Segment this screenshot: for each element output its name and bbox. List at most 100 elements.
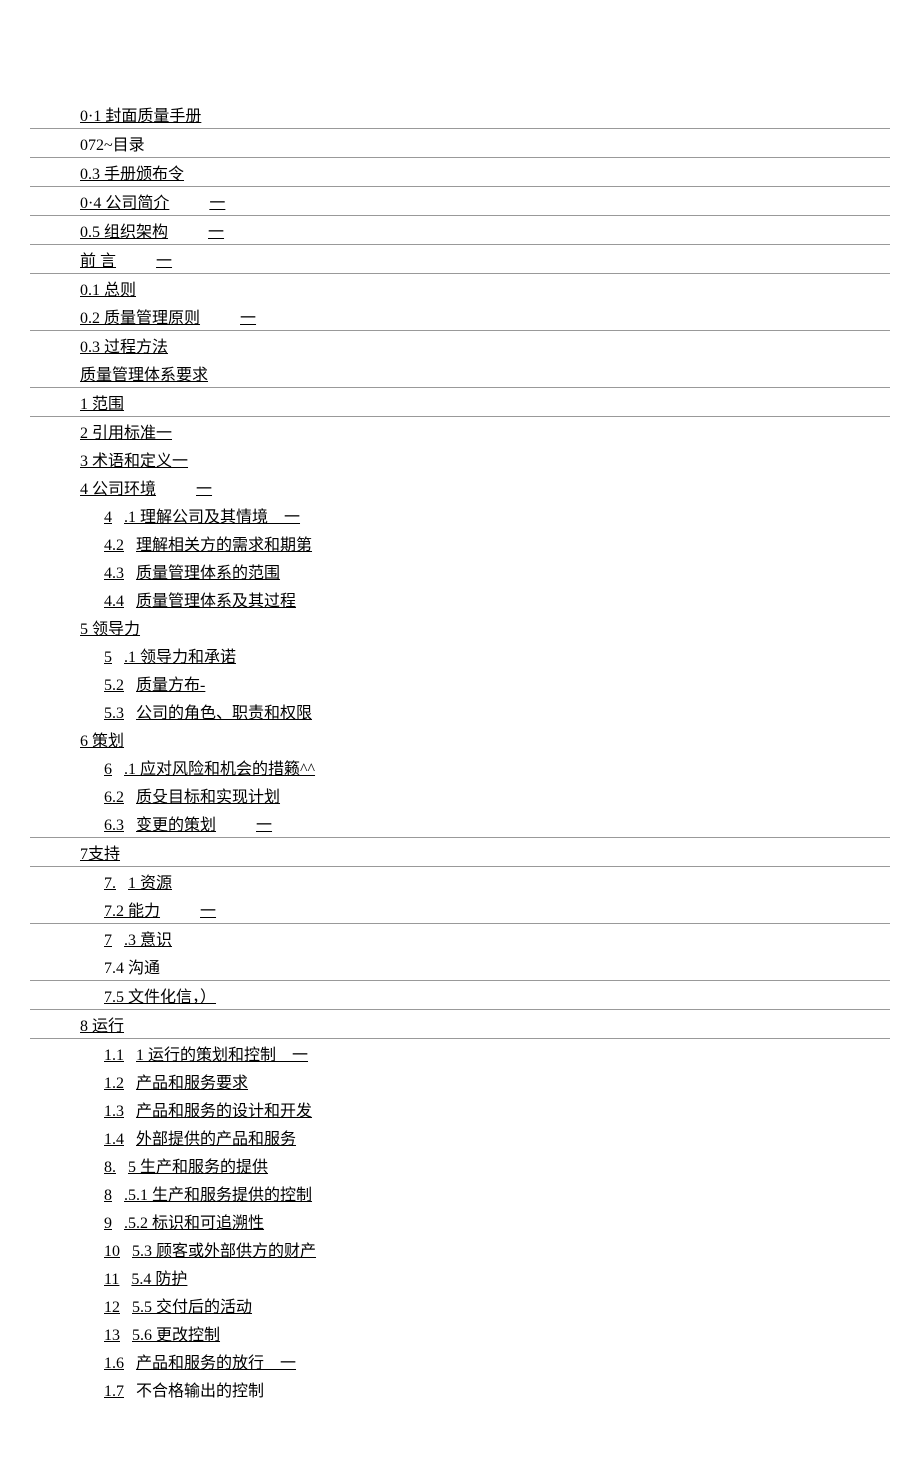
toc-row[interactable]: 7.4 沟通 <box>30 952 890 981</box>
toc-text: 理解相关方的需求和期第 <box>136 531 312 555</box>
toc-row[interactable]: 质量管理体系要求 <box>30 359 890 388</box>
toc-prefix: 1.4 <box>104 1131 124 1149</box>
toc-text: .1 领导力和承诺 <box>124 643 236 667</box>
toc-row[interactable]: 0.2 质量管理原则 一 <box>30 302 890 331</box>
toc-text: 8 运行 <box>80 1012 124 1036</box>
toc-prefix: 12 <box>104 1299 120 1317</box>
toc-prefix: 5.2 <box>104 677 124 695</box>
toc-row[interactable]: 1 范围 <box>30 388 890 417</box>
toc-text: 质量管理体系的范围 <box>136 559 280 583</box>
toc-row[interactable]: 0.5 组织架构一 <box>30 216 890 245</box>
toc-text: .3 意识 <box>124 926 172 950</box>
toc-row[interactable]: 105.3 顾客或外部供方的财产 <box>30 1235 890 1263</box>
toc-row[interactable]: 072~目录 <box>30 129 890 158</box>
toc-prefix: 6.3 <box>104 817 124 835</box>
toc-text: 7.2 能力 <box>104 897 160 921</box>
toc-text: 2 引用标准一 <box>80 419 172 443</box>
toc-text: 不合格输出的控制 <box>136 1377 264 1401</box>
toc-row[interactable]: 4.3 质量管理体系的范围 <box>30 557 890 585</box>
toc-row[interactable]: 1.6产品和服务的放行 一 <box>30 1347 890 1375</box>
toc-row[interactable]: 0·4 公司简介一 <box>30 187 890 216</box>
toc-row[interactable]: 0.3 手册颁布令 <box>30 158 890 187</box>
toc-prefix: 8 <box>104 1187 112 1205</box>
toc-text: 产品和服务的设计和开发 <box>136 1097 312 1121</box>
toc-text: 7.4 沟通 <box>104 954 160 978</box>
toc-row[interactable]: 6.3变更的策划一 <box>30 809 890 838</box>
toc-row[interactable]: 115.4 防护 <box>30 1263 890 1291</box>
toc-row[interactable]: 7.2 能力 一 <box>30 895 890 924</box>
toc-row[interactable]: 0·1 封面质量手册 <box>30 100 890 129</box>
toc-prefix: 7. <box>104 875 116 893</box>
toc-row[interactable]: 8 .5.1 生产和服务提供的控制 <box>30 1179 890 1207</box>
toc-row[interactable]: 7. 1 资源 <box>30 867 890 895</box>
toc-suffix: 一 <box>208 218 224 242</box>
toc-suffix: 一 <box>156 247 172 271</box>
toc-text: 5 生产和服务的提供 <box>128 1153 268 1177</box>
toc-row[interactable]: 3 术语和定义一 <box>30 445 890 473</box>
toc-row[interactable]: 5 领导力 <box>30 613 890 641</box>
toc-text: 质量管理体系及其过程 <box>136 587 296 611</box>
toc-row[interactable]: 8.5 生产和服务的提供 <box>30 1151 890 1179</box>
toc-row[interactable]: 5.3公司的角色、职责和权限 <box>30 697 890 725</box>
toc-text: .1 理解公司及其情境 一 <box>124 503 300 527</box>
toc-text: 前 言 <box>80 247 116 271</box>
toc-text: 质殳目标和实现计划 <box>136 783 280 807</box>
toc-row[interactable]: 6 策划 <box>30 725 890 753</box>
toc-row[interactable]: 7.5 文件化信，） <box>30 981 890 1010</box>
toc-row[interactable]: 前 言一 <box>30 245 890 274</box>
toc-row[interactable]: 1.3产品和服务的设计和开发 <box>30 1095 890 1123</box>
toc-row[interactable]: 4.2 理解相关方的需求和期第 <box>30 529 890 557</box>
toc-row[interactable]: 0.1 总则 <box>30 274 890 302</box>
toc-text: 变更的策划 <box>136 811 216 835</box>
toc-text: 0·1 封面质量手册 <box>80 102 201 126</box>
toc-row[interactable]: 4 .1 理解公司及其情境 一 <box>30 501 890 529</box>
toc-row[interactable]: 1.2产品和服务要求 <box>30 1067 890 1095</box>
toc-row[interactable]: 1.4外部提供的产品和服务 <box>30 1123 890 1151</box>
toc-text: 质量管理体系要求 <box>80 361 208 385</box>
toc-prefix: 9 <box>104 1215 112 1233</box>
toc-prefix: 5.3 <box>104 705 124 723</box>
toc-text: 5 领导力 <box>80 615 140 639</box>
toc-text: .5.1 生产和服务提供的控制 <box>124 1181 312 1205</box>
toc-text: 5.4 防护 <box>131 1265 187 1289</box>
toc-text: .5.2 标识和可追溯性 <box>124 1209 264 1233</box>
toc-text: 产品和服务的放行 一 <box>136 1349 296 1373</box>
toc-text: 0.3 手册颁布令 <box>80 160 184 184</box>
toc-prefix: 4.2 <box>104 537 124 555</box>
toc-suffix: 一 <box>209 189 225 213</box>
toc-text: 质量方布- <box>136 671 205 695</box>
toc-row[interactable]: 5 .1 领导力和承诺 <box>30 641 890 669</box>
toc-prefix: 5 <box>104 649 112 667</box>
toc-text: 1 运行的策划和控制 一 <box>136 1041 308 1065</box>
toc-row[interactable]: 1.11 运行的策划和控制 一 <box>30 1039 890 1067</box>
toc-row[interactable]: 0.3 过程方法 <box>30 331 890 359</box>
toc-row[interactable]: 5.2 质量方布- <box>30 669 890 697</box>
toc-row[interactable]: 7.3 意识 <box>30 924 890 952</box>
toc-text: 0.2 质量管理原则 <box>80 304 200 328</box>
table-of-contents: 0·1 封面质量手册 072~目录 0.3 手册颁布令 0·4 公司简介一0.5 组织… <box>30 100 890 1403</box>
toc-row[interactable]: 4.4质量管理体系及其过程 <box>30 585 890 613</box>
toc-row[interactable]: 1.7 不合格输出的控制 <box>30 1375 890 1403</box>
toc-prefix: 4 <box>104 509 112 527</box>
toc-row[interactable]: 7支持 <box>30 838 890 867</box>
toc-text: 1 资源 <box>128 869 172 893</box>
toc-row[interactable]: 125.5 交付后的活动 <box>30 1291 890 1319</box>
toc-prefix: 1.7 <box>104 1383 124 1401</box>
toc-suffix: 一 <box>240 304 256 328</box>
toc-row[interactable]: 135.6 更改控制 <box>30 1319 890 1347</box>
toc-prefix: 13 <box>104 1327 120 1345</box>
toc-row[interactable]: 6.2 质殳目标和实现计划 <box>30 781 890 809</box>
toc-text: 6 策划 <box>80 727 124 751</box>
toc-row[interactable]: 8 运行 <box>30 1010 890 1039</box>
toc-text: 072~目录 <box>80 131 145 155</box>
toc-suffix: 一 <box>200 897 216 921</box>
toc-row[interactable]: 9 .5.2 标识和可追溯性 <box>30 1207 890 1235</box>
toc-row[interactable]: 6.1 应对风险和机会的措籁^^ <box>30 753 890 781</box>
toc-row[interactable]: 4 公司环境一 <box>30 473 890 501</box>
toc-prefix: 6.2 <box>104 789 124 807</box>
toc-row[interactable]: 2 引用标准一 <box>30 417 890 445</box>
toc-prefix: 6 <box>104 761 112 779</box>
toc-text: 1 范围 <box>80 390 124 414</box>
toc-prefix: 4.3 <box>104 565 124 583</box>
toc-text: 0.1 总则 <box>80 276 136 300</box>
